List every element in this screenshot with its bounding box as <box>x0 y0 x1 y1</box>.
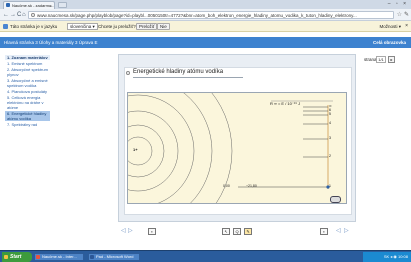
infobar-close-icon[interactable]: × <box>405 23 408 30</box>
language-select[interactable]: slovenčina ▾ <box>67 23 98 30</box>
nucleus-label: 1+ <box>133 147 138 152</box>
start-button[interactable]: Start <box>2 252 32 262</box>
reload-icon[interactable]: C <box>17 11 21 19</box>
home-icon[interactable]: ⌂ <box>22 11 26 19</box>
next-arrow-left-icon[interactable]: ▷ <box>128 227 133 235</box>
sidebar-item[interactable]: 3. Absorpčné a emisné spektrum vodíka <box>5 78 50 88</box>
zoom-tool-button[interactable]: Q <box>233 228 241 235</box>
translate-button[interactable]: Preložiť <box>136 23 158 30</box>
prev-arrow-icon[interactable]: ◁ <box>121 227 126 235</box>
bookmark-star-icon[interactable]: ☆ <box>397 11 402 19</box>
prev-page-icon[interactable]: ◁ <box>336 227 341 235</box>
os-taskbar: Start Naučme.sk - Inter... Pad - Microso… <box>0 250 411 262</box>
taskbar-item-word[interactable]: Pad - Microsoft Word <box>88 253 140 261</box>
translate-question: Chcete ju preložiť? <box>98 24 136 29</box>
word-app-icon <box>90 255 94 259</box>
orbit-6 <box>211 93 233 203</box>
card-radio-icon[interactable] <box>126 71 130 75</box>
sidebar: 1. Zoznam materiálov 1. Emisné spektrum 2.… <box>5 55 50 128</box>
translate-icon <box>3 24 8 29</box>
translate-prompt: Táto stránka je v jazyku <box>10 24 58 29</box>
translate-options[interactable]: Možnosti ▾ <box>379 23 401 30</box>
atom-diagram <box>128 93 333 203</box>
energy-formula: R ∞ = E / 10⁻¹⁹ J <box>270 101 301 106</box>
url-input[interactable]: www.naucmesa.sk/page.php/playblob/page?i… <box>28 11 394 19</box>
orbit-1 <box>128 136 153 166</box>
page-number-field[interactable]: 1/1 <box>376 56 386 63</box>
no-translate-button[interactable]: Nie <box>157 23 170 30</box>
windows-logo-icon <box>4 255 8 259</box>
cursor-tool-button[interactable]: ↖ <box>222 228 230 235</box>
sidebar-item[interactable]: 1. Emisné spektrum <box>5 61 50 66</box>
window-controls[interactable]: – ▫ × <box>388 1 408 7</box>
pen-tool-button[interactable]: ✎ <box>244 228 252 235</box>
taskbar-item-browser[interactable]: Naučme.sk - Inter... <box>34 253 84 261</box>
level-label-4: 4 <box>329 121 331 125</box>
page-go-button[interactable]: ▸ <box>388 56 395 63</box>
orbit-5 <box>183 93 213 203</box>
level-label-2: 2 <box>329 154 331 158</box>
url-text: www.naucmesa.sk/page.php/playblob/page?i… <box>37 13 357 18</box>
sidebar-item[interactable]: 7. Spektrálny rad <box>5 122 50 127</box>
energy-value-label: −21,80 <box>246 184 257 188</box>
new-tab-button[interactable] <box>58 2 67 8</box>
energy-zero-label: 0,00 <box>223 184 230 188</box>
translate-infobar: Táto stránka je v jazyku slovenčina ▾ Ch… <box>0 21 411 32</box>
right-panel-button[interactable]: ▪ <box>320 228 328 235</box>
sidebar-item[interactable]: 6. Energetické hladiny atómu vodíka <box>5 111 50 121</box>
browser-tab-bar: Naučme.sk - zadarmo... × – ▫ × <box>0 0 411 9</box>
address-toolbar: ← → C ⌂ www.naucmesa.sk/page.php/playblo… <box>0 9 411 21</box>
system-tray[interactable]: SK ◂ ◉ 10:08 <box>363 252 411 262</box>
start-label: Start <box>10 254 22 260</box>
level-label-5: 5 <box>329 112 331 116</box>
tab-close-icon[interactable]: × <box>50 2 52 9</box>
left-panel-button[interactable]: ▪ <box>148 228 156 235</box>
app-header: Hlavná stránka 3 Úlohy a materiály 3 Úpr… <box>0 37 411 48</box>
breadcrumb[interactable]: Hlavná stránka 3 Úlohy a materiály 3 Úpr… <box>4 39 98 46</box>
taskbar-item-label: Pad - Microsoft Word <box>96 254 134 259</box>
next-page-icon[interactable]: ▷ <box>344 227 349 235</box>
tab-title: Naučme.sk - zadarmo... <box>12 3 55 8</box>
level-label-3: 3 <box>329 136 331 140</box>
energy-level-simulation[interactable] <box>127 92 347 204</box>
card-title: Energetické hladiny atómu vodíka <box>133 69 224 75</box>
site-favicon-icon <box>6 3 10 7</box>
sidebar-item[interactable]: 4. Planckova postuláty <box>5 89 50 94</box>
browser-tab[interactable]: Naučme.sk - zadarmo... × <box>3 1 55 9</box>
title-divider <box>133 77 243 78</box>
browser-app-icon <box>36 255 40 259</box>
sidebar-item[interactable]: 1. Zoznam materiálov <box>5 55 50 60</box>
fullscreen-link[interactable]: Celá obrazovka <box>373 39 406 46</box>
sidebar-item[interactable]: 5. Celková energia elektrónu na dráhe v … <box>5 95 50 110</box>
taskbar-item-label: Naučme.sk - Inter... <box>42 254 77 259</box>
level-label-1: 1 <box>329 184 331 188</box>
settings-wrench-icon[interactable]: ✎ <box>404 11 409 19</box>
page-label: strana <box>364 57 377 62</box>
back-arrow-icon[interactable]: ← <box>3 11 9 19</box>
forward-arrow-icon[interactable]: → <box>10 11 16 19</box>
simulation-control-button[interactable] <box>330 196 341 203</box>
globe-icon <box>31 13 35 17</box>
sidebar-item[interactable]: 2. Absorpčné spektrum plynov <box>5 67 50 77</box>
